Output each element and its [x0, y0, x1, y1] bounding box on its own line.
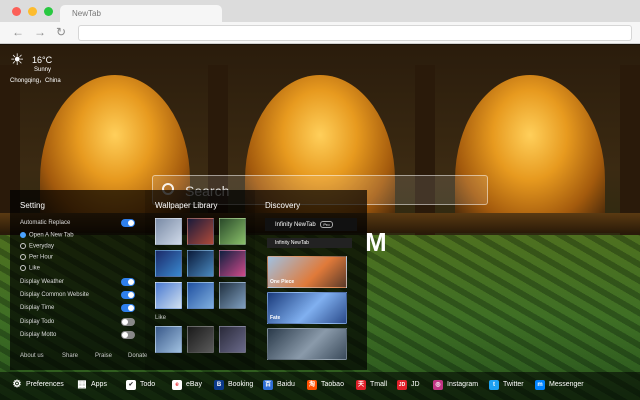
display-todo-label: Display Todo — [20, 319, 55, 325]
wallpaper-thumbnail[interactable] — [219, 250, 246, 277]
forward-arrow-icon[interactable]: → — [34, 26, 46, 38]
wallpaper-library-column: Wallpaper Library Like — [145, 190, 255, 370]
shortcut-label: Todo — [140, 381, 156, 388]
discovery-header-label: Infinity NewTab — [275, 222, 316, 228]
display-weather-toggle[interactable] — [121, 278, 135, 286]
wallpaper-thumbnail[interactable] — [187, 218, 214, 245]
shortcut-label: Preferences — [26, 381, 64, 388]
shortcut-label: Taobao — [321, 381, 344, 388]
weather-temperature: 16°C — [32, 55, 53, 65]
discovery-card[interactable]: One Piece — [267, 256, 347, 288]
pro-badge: Pro — [320, 221, 333, 228]
twitter-icon: t — [489, 380, 499, 390]
baidu-icon: 百 — [263, 380, 273, 390]
discovery-header[interactable]: Infinity NewTab Pro — [265, 218, 357, 231]
wallpaper-library-title: Wallpaper Library — [155, 201, 218, 210]
ebay-icon: e — [172, 380, 182, 390]
browser-tab[interactable]: NewTab — [60, 5, 222, 22]
display-common-website-toggle[interactable] — [121, 291, 135, 299]
discovery-title: Discovery — [265, 201, 301, 210]
sun-icon: ☀ — [10, 52, 25, 69]
tmall-icon: 天 — [356, 380, 366, 390]
discovery-subitem[interactable]: Infinity NewTab — [267, 238, 352, 248]
display-common-website-label: Display Common Website — [20, 292, 89, 298]
wallpaper-thumbnail[interactable] — [155, 326, 182, 353]
discovery-column: Discovery Infinity NewTab Pro Infinity N… — [255, 190, 367, 370]
display-time-label: Display Time — [20, 305, 55, 311]
jd-icon: JD — [397, 380, 407, 390]
shortcut-label: Baidu — [277, 381, 295, 388]
grid-icon: ▦ — [77, 379, 87, 390]
praise-link[interactable]: Praise — [95, 353, 112, 359]
check-icon: ✔ — [126, 380, 136, 390]
shortcut-label: JD — [411, 381, 420, 388]
radio-like[interactable]: Like — [20, 265, 40, 272]
wallpaper-like-label: Like — [155, 315, 167, 321]
display-time-toggle[interactable] — [121, 304, 135, 312]
display-motto-toggle[interactable] — [121, 331, 135, 339]
shortcut-label: Tmall — [370, 381, 388, 388]
wallpaper-thumbnail[interactable] — [187, 326, 214, 353]
wallpaper-thumbnail[interactable] — [187, 250, 214, 277]
shortcut-label: eBay — [186, 381, 202, 388]
maximize-window-button[interactable] — [44, 7, 53, 16]
instagram-icon: ◎ — [433, 380, 443, 390]
clock-display: M — [365, 227, 387, 257]
discovery-card-label: Fate — [270, 315, 281, 321]
weather-condition: Sunny — [34, 67, 52, 73]
wallpaper-thumbnail[interactable] — [219, 282, 246, 309]
auto-replace-label: Automatic Replace — [20, 220, 71, 226]
bottom-shortcut-bar: ⚙ Preferences ▦ Apps ✔ Todo e eBay B Boo… — [0, 372, 640, 400]
reload-icon[interactable]: ↻ — [56, 26, 66, 38]
back-arrow-icon[interactable]: ← — [12, 26, 24, 38]
shortcut-label: Twitter — [503, 381, 524, 388]
window-titlebar: NewTab — [0, 0, 640, 22]
discovery-card[interactable]: Fate — [267, 292, 347, 324]
wallpaper-thumbnail[interactable] — [155, 282, 182, 309]
minimize-window-button[interactable] — [28, 7, 37, 16]
booking-icon: B — [214, 380, 224, 390]
display-weather-label: Display Weather — [20, 279, 64, 285]
wallpaper-thumbnail[interactable] — [219, 218, 246, 245]
wallpaper-thumbnail[interactable] — [155, 250, 182, 277]
tab-title: NewTab — [72, 9, 101, 18]
shortcut-label: Instagram — [447, 381, 479, 388]
shortcut-label: Messenger — [549, 381, 584, 388]
share-link[interactable]: Share — [62, 353, 78, 359]
wallpaper-thumbnail[interactable] — [155, 218, 182, 245]
radio-everyday[interactable]: Everyday — [20, 243, 54, 250]
address-bar[interactable] — [78, 25, 632, 41]
about-us-link[interactable]: About us — [20, 353, 44, 359]
auto-replace-toggle[interactable] — [121, 219, 135, 227]
discovery-card-label: One Piece — [270, 279, 295, 285]
browser-toolbar: ← → ↻ — [0, 22, 640, 44]
weather-location: Chongqing，China — [10, 78, 61, 84]
wallpaper-thumbnail[interactable] — [187, 282, 214, 309]
radio-per-hour[interactable]: Per Hour — [20, 254, 53, 261]
discovery-subitem-label: Infinity NewTab — [275, 240, 309, 246]
shortcut-label: Apps — [91, 381, 107, 388]
taobao-icon: 淘 — [307, 380, 317, 390]
radio-open-new-tab[interactable]: Open A New Tab — [20, 232, 74, 239]
setting-column: Setting Automatic Replace Open A New Tab… — [10, 190, 147, 370]
shortcut-label: Booking — [228, 381, 254, 388]
display-motto-label: Display Motto — [20, 332, 57, 338]
settings-panel: Setting Automatic Replace Open A New Tab… — [10, 190, 367, 370]
gear-icon: ⚙ — [12, 379, 22, 390]
messenger-icon: m — [535, 380, 545, 390]
setting-title: Setting — [20, 201, 45, 210]
discovery-card[interactable] — [267, 328, 347, 360]
display-todo-toggle[interactable] — [121, 318, 135, 326]
wallpaper-thumbnail[interactable] — [219, 326, 246, 353]
close-window-button[interactable] — [12, 7, 21, 16]
